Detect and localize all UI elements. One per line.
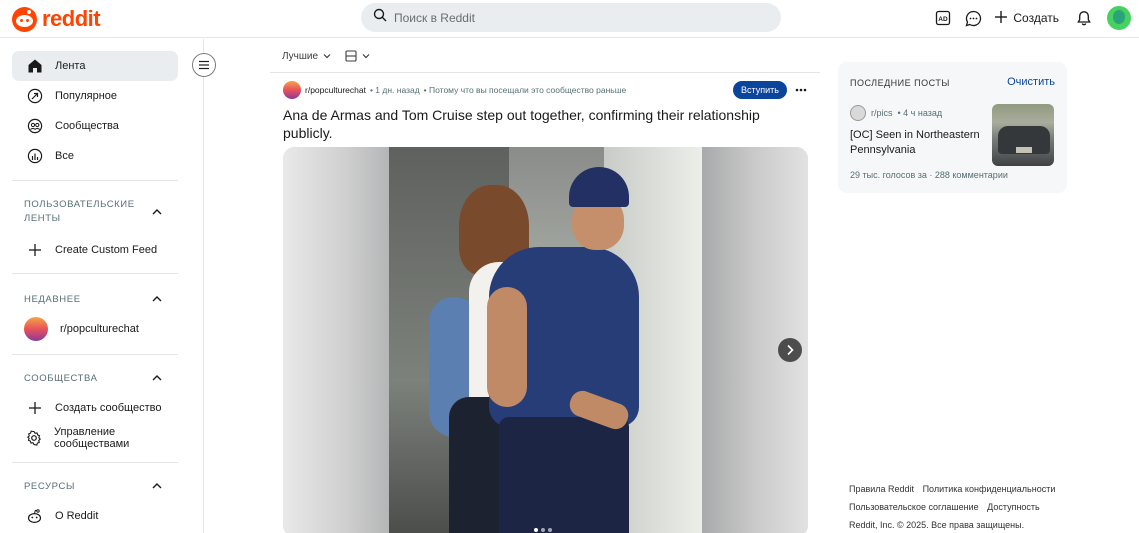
nav-label: Управление сообществами [54, 426, 130, 450]
nav-label: Create Custom Feed [55, 244, 158, 256]
gallery-indicator [534, 528, 552, 532]
gallery-dot [541, 528, 545, 532]
plus-icon [26, 400, 43, 417]
nav-all[interactable]: Все [12, 141, 178, 171]
reddit-snoo-icon [12, 6, 37, 32]
footer-link[interactable]: Пользовательское соглашение [849, 502, 979, 512]
search-bar[interactable] [361, 3, 781, 32]
post-title[interactable]: Ana de Armas and Tom Cruise step out tog… [283, 106, 783, 142]
reddit-icon [26, 508, 43, 525]
subreddit-icon[interactable] [283, 81, 301, 99]
chevron-right-icon [787, 344, 794, 356]
recent-posts-title: ПОСЛЕДНИЕ ПОСТЫ [850, 78, 950, 88]
header-actions: AD Создать [928, 5, 1131, 31]
communities-title: СООБЩЕСТВА [24, 373, 98, 384]
sidebar-divider [12, 354, 178, 355]
svg-text:AD: AD [939, 16, 949, 23]
nav-home[interactable]: Лента [12, 51, 178, 81]
create-button[interactable]: Создать [988, 5, 1069, 31]
left-sidebar: Лента Популярное Сообщества Все ПОЛЬЗОВА… [0, 39, 204, 533]
manage-communities[interactable]: Управление сообществами [12, 423, 178, 453]
recent-post-subreddit[interactable]: r/pics [871, 108, 893, 118]
sidebar-divider [12, 273, 178, 274]
footer: Правила Reddit Политика конфиденциальнос… [849, 480, 1061, 533]
post-meta: r/popculturechat • 1 дн. назад • Потому … [283, 81, 626, 99]
clear-recent-button[interactable]: Очистить [1007, 76, 1055, 88]
popular-icon [26, 88, 43, 105]
sort-dropdown[interactable]: Лучшие [282, 51, 331, 62]
chevron-down-icon [362, 54, 370, 59]
feed-controls: Лучшие [282, 48, 370, 64]
logo-text: reddit [42, 6, 101, 31]
footer-link[interactable]: Политика конфиденциальности [923, 484, 1056, 494]
post-reason: • Потому что вы посещали это сообщество … [423, 85, 627, 95]
recent-post-time: • 4 ч назад [897, 108, 943, 118]
nav-label: Популярное [55, 90, 118, 102]
home-icon [26, 58, 43, 75]
about-reddit[interactable]: О Reddit [12, 501, 178, 531]
bell-icon[interactable] [1069, 5, 1099, 31]
resources-title: РЕСУРСЫ [24, 481, 75, 492]
post-photo[interactable] [389, 147, 702, 533]
nav-label: Все [55, 150, 74, 162]
gallery-dot [534, 528, 538, 532]
more-options-icon[interactable] [792, 82, 810, 98]
footer-link[interactable]: Доступность [987, 502, 1040, 512]
post-subreddit-link[interactable]: r/popculturechat [305, 85, 366, 95]
recent-post-thumbnail[interactable] [992, 104, 1054, 166]
recent-post-title[interactable]: [OC] Seen in Northeastern Pennsylvania [850, 128, 985, 158]
nav-label: Создать сообщество [55, 402, 162, 414]
nav-communities[interactable]: Сообщества [12, 111, 178, 141]
user-avatar[interactable] [1107, 6, 1131, 30]
join-button[interactable]: Вступить [733, 81, 787, 99]
subreddit-icon [24, 317, 48, 341]
feed-divider [270, 72, 820, 73]
view-dropdown[interactable] [345, 50, 370, 62]
copyright: Reddit, Inc. © 2025. Все права защищены. [849, 520, 1025, 530]
nav-label: О Reddit [55, 510, 99, 522]
sort-label: Лучшие [282, 50, 319, 62]
footer-link[interactable]: Правила Reddit [849, 484, 914, 494]
recent-title: НЕДАВНЕЕ [24, 294, 81, 305]
reddit-logo[interactable]: reddit [12, 6, 101, 32]
card-view-icon [345, 50, 357, 62]
create-label: Создать [1013, 11, 1059, 25]
create-community[interactable]: Создать сообщество [12, 393, 178, 423]
all-icon [26, 148, 43, 165]
plus-icon [26, 242, 43, 259]
create-custom-feed[interactable]: Create Custom Feed [12, 235, 178, 265]
search-input[interactable] [394, 10, 754, 25]
gallery-dot [548, 528, 552, 532]
gallery-next-button[interactable] [778, 338, 802, 362]
sidebar-divider [12, 180, 178, 181]
nav-label: Сообщества [55, 120, 119, 132]
menu-icon [199, 60, 209, 70]
chevron-up-icon[interactable] [151, 294, 163, 304]
chevron-up-icon[interactable] [151, 207, 163, 217]
custom-feeds-title: ПОЛЬЗОВАТЕЛЬСКИЕ ЛЕНТЫ [24, 199, 135, 224]
recent-post-meta: r/pics • 4 ч назад [850, 105, 942, 121]
communities-icon [26, 118, 43, 135]
sidebar-divider [12, 462, 178, 463]
chevron-up-icon[interactable] [151, 481, 163, 491]
post-image-gallery[interactable] [283, 147, 808, 533]
chat-icon[interactable] [958, 5, 988, 31]
recent-item-popculturechat[interactable]: r/popculturechat [12, 314, 178, 344]
chevron-up-icon[interactable] [151, 373, 163, 383]
nav-label: r/popculturechat [60, 323, 139, 335]
nav-popular[interactable]: Популярное [12, 81, 178, 111]
plus-icon [994, 10, 1008, 27]
top-header: reddit AD Создать [0, 0, 1139, 38]
nav-label: Лента [55, 60, 86, 72]
search-icon [373, 8, 387, 27]
subreddit-icon [850, 105, 866, 121]
recent-post-stats: 29 тыс. голосов за · 288 комментарии [850, 170, 1008, 180]
chevron-down-icon [323, 54, 331, 59]
post-time: • 1 дн. назад [369, 85, 420, 95]
sidebar-collapse-button[interactable] [192, 53, 216, 77]
gear-icon [26, 430, 42, 447]
recent-posts-panel: ПОСЛЕДНИЕ ПОСТЫ Очистить r/pics • 4 ч на… [838, 62, 1067, 193]
ad-icon[interactable]: AD [928, 5, 958, 31]
